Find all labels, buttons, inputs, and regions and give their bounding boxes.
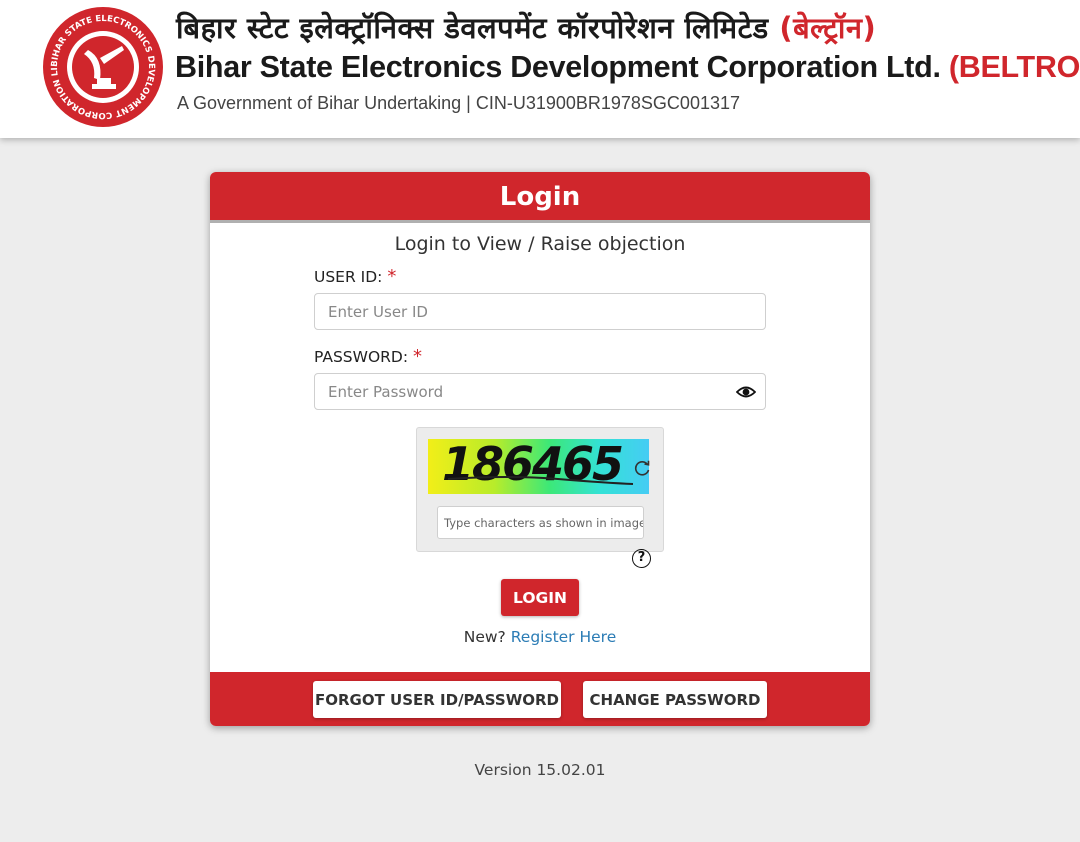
- change-password-button[interactable]: CHANGE PASSWORD: [583, 681, 767, 718]
- captcha-noise-line: [448, 476, 634, 485]
- english-company-title: Bihar State Electronics Development Corp…: [175, 50, 1080, 84]
- password-input[interactable]: [314, 373, 766, 410]
- login-card-subtitle: Login to View / Raise objection: [394, 233, 686, 255]
- register-prompt: New? Register Here: [463, 628, 617, 646]
- user-id-input[interactable]: [314, 293, 766, 330]
- help-icon[interactable]: ?: [632, 549, 651, 568]
- register-link[interactable]: Register Here: [511, 628, 617, 646]
- password-label: PASSWORD: *: [314, 346, 423, 367]
- login-card: Login Login to View / Raise objection US…: [210, 172, 870, 726]
- login-button[interactable]: LOGIN: [501, 579, 579, 616]
- hindi-company-title: बिहार स्टेट इलेक्ट्रॉनिक्स डेवलपमेंट कॉर…: [176, 11, 877, 45]
- forgot-credentials-button[interactable]: FORGOT USER ID/PASSWORD: [313, 681, 561, 718]
- version-text: Version 15.02.01: [474, 761, 606, 779]
- login-card-title: Login: [210, 172, 870, 223]
- company-subtitle: A Government of Bihar Undertaking | CIN-…: [177, 93, 740, 113]
- site-header: BIHAR STATE ELECTRONICS DEVELOPMENT CORP…: [0, 0, 1080, 138]
- captcha-image: 186465: [428, 439, 649, 494]
- required-asterisk: *: [413, 346, 423, 367]
- captcha-input[interactable]: [437, 506, 644, 539]
- eye-icon[interactable]: [736, 384, 756, 400]
- refresh-icon[interactable]: [633, 459, 651, 477]
- required-asterisk: *: [387, 266, 397, 287]
- beltron-logo-icon: BIHAR STATE ELECTRONICS DEVELOPMENT CORP…: [40, 6, 163, 127]
- login-card-footer: FORGOT USER ID/PASSWORD CHANGE PASSWORD: [210, 672, 870, 726]
- captcha-panel: 186465: [416, 427, 664, 552]
- user-id-label: USER ID: *: [314, 266, 397, 287]
